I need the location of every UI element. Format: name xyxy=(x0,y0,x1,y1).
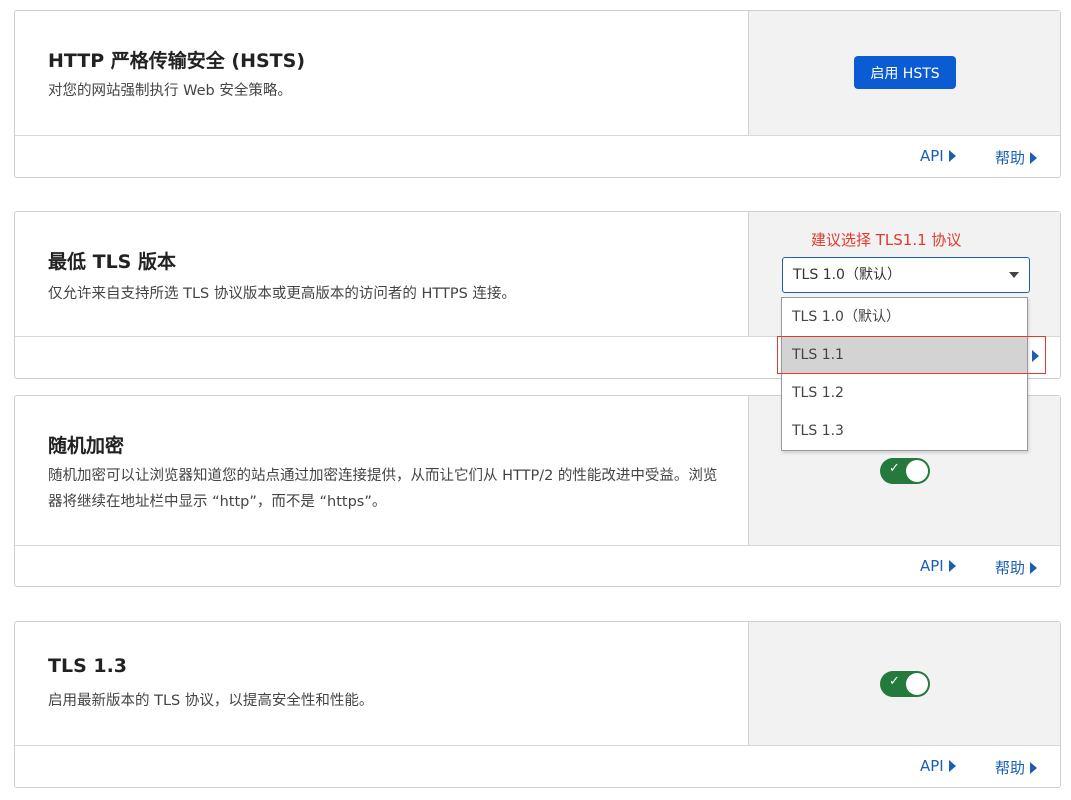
random-encryption-toggle[interactable]: ✓ xyxy=(880,458,930,484)
hsts-title: HTTP 严格传输安全 (HSTS) xyxy=(48,50,306,72)
chevron-down-icon xyxy=(1009,272,1019,278)
help-link-label: 帮助 xyxy=(995,759,1026,777)
tls-option-1-0[interactable]: TLS 1.0（默认） xyxy=(782,298,1027,336)
tls13-api-link[interactable]: API xyxy=(920,757,956,775)
min-tls-title: 最低 TLS 版本 xyxy=(48,251,176,273)
tls13-description: 启用最新版本的 TLS 协议，以提高安全性和性能。 xyxy=(48,693,374,709)
triangle-right-icon xyxy=(1032,350,1039,362)
check-icon: ✓ xyxy=(889,461,900,476)
random-encryption-help-link[interactable]: 帮助 xyxy=(995,557,1038,578)
tls-recommendation-hint: 建议选择 TLS1.1 协议 xyxy=(811,231,962,249)
tls-option-1-2[interactable]: TLS 1.2 xyxy=(782,374,1027,412)
toggle-knob xyxy=(906,673,928,695)
tls13-help-link[interactable]: 帮助 xyxy=(995,757,1038,778)
help-link-label: 帮助 xyxy=(995,559,1026,577)
random-encryption-description: 随机加密可以让浏览器知道您的站点通过加密连接提供，从而让它们从 HTTP/2 的… xyxy=(48,468,718,510)
hsts-card: HTTP 严格传输安全 (HSTS) 对您的网站强制执行 Web 安全策略。 启… xyxy=(14,10,1061,178)
api-link-label: API xyxy=(920,147,944,165)
triangle-right-icon xyxy=(948,560,956,572)
min-tls-select[interactable]: TLS 1.0（默认） xyxy=(782,257,1030,293)
triangle-right-icon xyxy=(948,760,956,772)
help-link-label: 帮助 xyxy=(995,149,1026,167)
api-link-label: API xyxy=(920,757,944,775)
tls13-card: TLS 1.3 启用最新版本的 TLS 协议，以提高安全性和性能。 ✓ API … xyxy=(14,621,1061,788)
hsts-api-link[interactable]: API xyxy=(920,147,956,165)
triangle-right-icon xyxy=(1030,561,1038,574)
min-tls-dropdown-list: TLS 1.0（默认） TLS 1.1 TLS 1.2 TLS 1.3 xyxy=(781,297,1028,451)
toggle-knob xyxy=(906,460,928,482)
api-link-label: API xyxy=(920,557,944,575)
tls-option-1-3[interactable]: TLS 1.3 xyxy=(782,412,1027,450)
hsts-description: 对您的网站强制执行 Web 安全策略。 xyxy=(48,83,292,99)
tls-option-1-1[interactable]: TLS 1.1 xyxy=(782,336,1027,374)
min-tls-selected-value: TLS 1.0（默认） xyxy=(793,267,901,283)
random-encryption-title: 随机加密 xyxy=(48,435,125,457)
triangle-right-icon xyxy=(948,150,956,162)
triangle-right-icon xyxy=(1030,761,1038,774)
min-tls-description: 仅允许来自支持所选 TLS 协议版本或更高版本的访问者的 HTTPS 连接。 xyxy=(48,286,516,302)
tls13-title: TLS 1.3 xyxy=(48,655,128,677)
enable-hsts-button[interactable]: 启用 HSTS xyxy=(854,56,956,89)
random-encryption-api-link[interactable]: API xyxy=(920,557,956,575)
tls13-toggle[interactable]: ✓ xyxy=(880,671,930,697)
triangle-right-icon xyxy=(1030,151,1038,164)
hsts-help-link[interactable]: 帮助 xyxy=(995,147,1038,168)
check-icon: ✓ xyxy=(889,674,900,689)
